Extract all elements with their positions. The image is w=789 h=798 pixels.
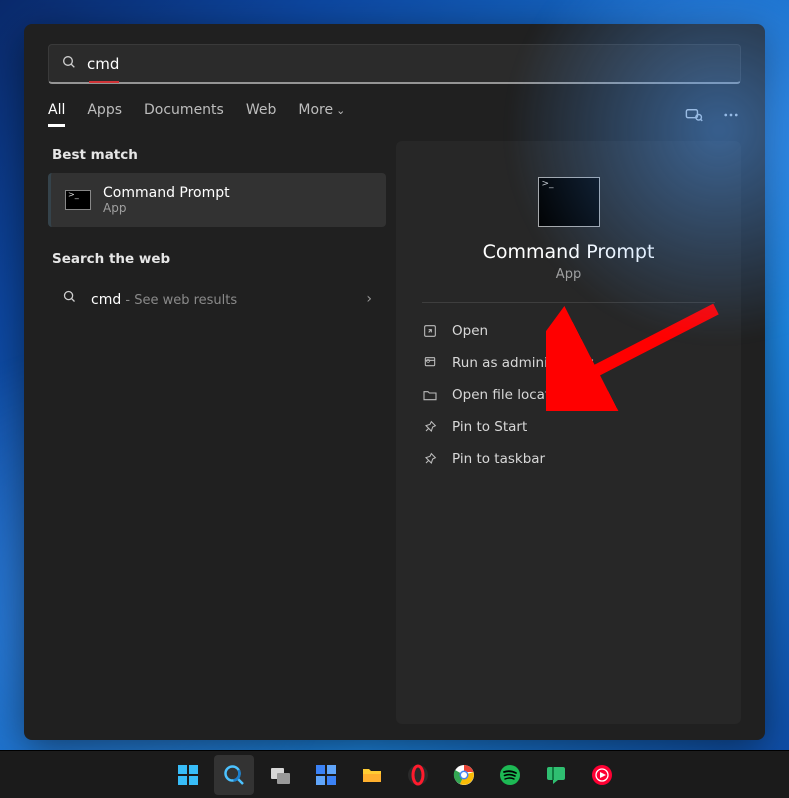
command-prompt-icon — [65, 190, 91, 210]
tab-apps[interactable]: Apps — [87, 102, 122, 127]
tab-web[interactable]: Web — [246, 102, 277, 127]
task-view-icon — [268, 763, 292, 787]
widgets-icon — [314, 763, 338, 787]
pin-icon — [422, 419, 438, 435]
action-open[interactable]: Open — [406, 315, 731, 347]
more-options-icon[interactable] — [721, 105, 741, 125]
chevron-right-icon: › — [366, 291, 372, 307]
filter-tabs-row: All Apps Documents Web More⌄ — [48, 102, 741, 127]
command-prompt-icon — [538, 177, 600, 227]
spotify-icon — [498, 763, 522, 787]
action-open-file-location[interactable]: Open file location — [406, 379, 731, 411]
taskbar-youtube-music-button[interactable] — [582, 755, 622, 795]
action-run-as-administrator[interactable]: Run as administrator — [406, 347, 731, 379]
quick-search-icon[interactable] — [683, 105, 703, 125]
search-web-label: Search the web — [48, 245, 386, 277]
tab-more[interactable]: More⌄ — [298, 102, 345, 127]
taskbar-start-button[interactable] — [168, 755, 208, 795]
best-match-label: Best match — [48, 141, 386, 173]
preview-title: Command Prompt — [396, 241, 741, 263]
search-input[interactable] — [87, 55, 728, 73]
filter-tabs: All Apps Documents Web More⌄ — [48, 102, 661, 127]
search-icon — [62, 289, 77, 308]
web-hint: - See web results — [121, 293, 237, 308]
taskbar-file-explorer-button[interactable] — [352, 755, 392, 795]
taskbar-spotify-button[interactable] — [490, 755, 530, 795]
pin-icon — [422, 451, 438, 467]
youtube-music-icon — [590, 763, 614, 787]
search-icon — [222, 763, 246, 787]
file-explorer-icon — [360, 763, 384, 787]
taskbar-widgets-button[interactable] — [306, 755, 346, 795]
taskbar-task-view-button[interactable] — [260, 755, 300, 795]
windows-start-icon — [176, 763, 200, 787]
best-match-subtitle: App — [103, 201, 230, 215]
admin-shield-icon — [422, 355, 438, 371]
best-match-item[interactable]: Command Prompt App — [48, 173, 386, 227]
taskbar-opera-button[interactable] — [398, 755, 438, 795]
preview-pane: Command Prompt App Open Run as administr… — [396, 141, 741, 724]
tab-documents[interactable]: Documents — [144, 102, 224, 127]
best-match-title: Command Prompt — [103, 185, 230, 201]
taskbar-search-button[interactable] — [214, 755, 254, 795]
search-box[interactable] — [48, 44, 741, 84]
results-column: Best match Command Prompt App Search the… — [48, 141, 386, 724]
open-icon — [422, 323, 438, 339]
search-icon — [61, 54, 77, 74]
taskbar-chat-button[interactable] — [536, 755, 576, 795]
web-query: cmd — [91, 292, 121, 308]
start-search-panel: All Apps Documents Web More⌄ Best match … — [24, 24, 765, 740]
action-pin-to-start[interactable]: Pin to Start — [406, 411, 731, 443]
folder-icon — [422, 387, 438, 403]
chrome-icon — [452, 763, 476, 787]
preview-actions: Open Run as administrator Open file loca… — [396, 311, 741, 479]
web-search-item[interactable]: cmd - See web results › — [48, 277, 386, 320]
preview-subtitle: App — [396, 267, 741, 282]
divider — [422, 302, 715, 303]
taskbar-chrome-button[interactable] — [444, 755, 484, 795]
tab-all[interactable]: All — [48, 102, 65, 127]
taskbar — [0, 750, 789, 798]
opera-icon — [406, 763, 430, 787]
chat-icon — [544, 763, 568, 787]
action-pin-to-taskbar[interactable]: Pin to taskbar — [406, 443, 731, 475]
chevron-down-icon: ⌄ — [336, 104, 345, 117]
